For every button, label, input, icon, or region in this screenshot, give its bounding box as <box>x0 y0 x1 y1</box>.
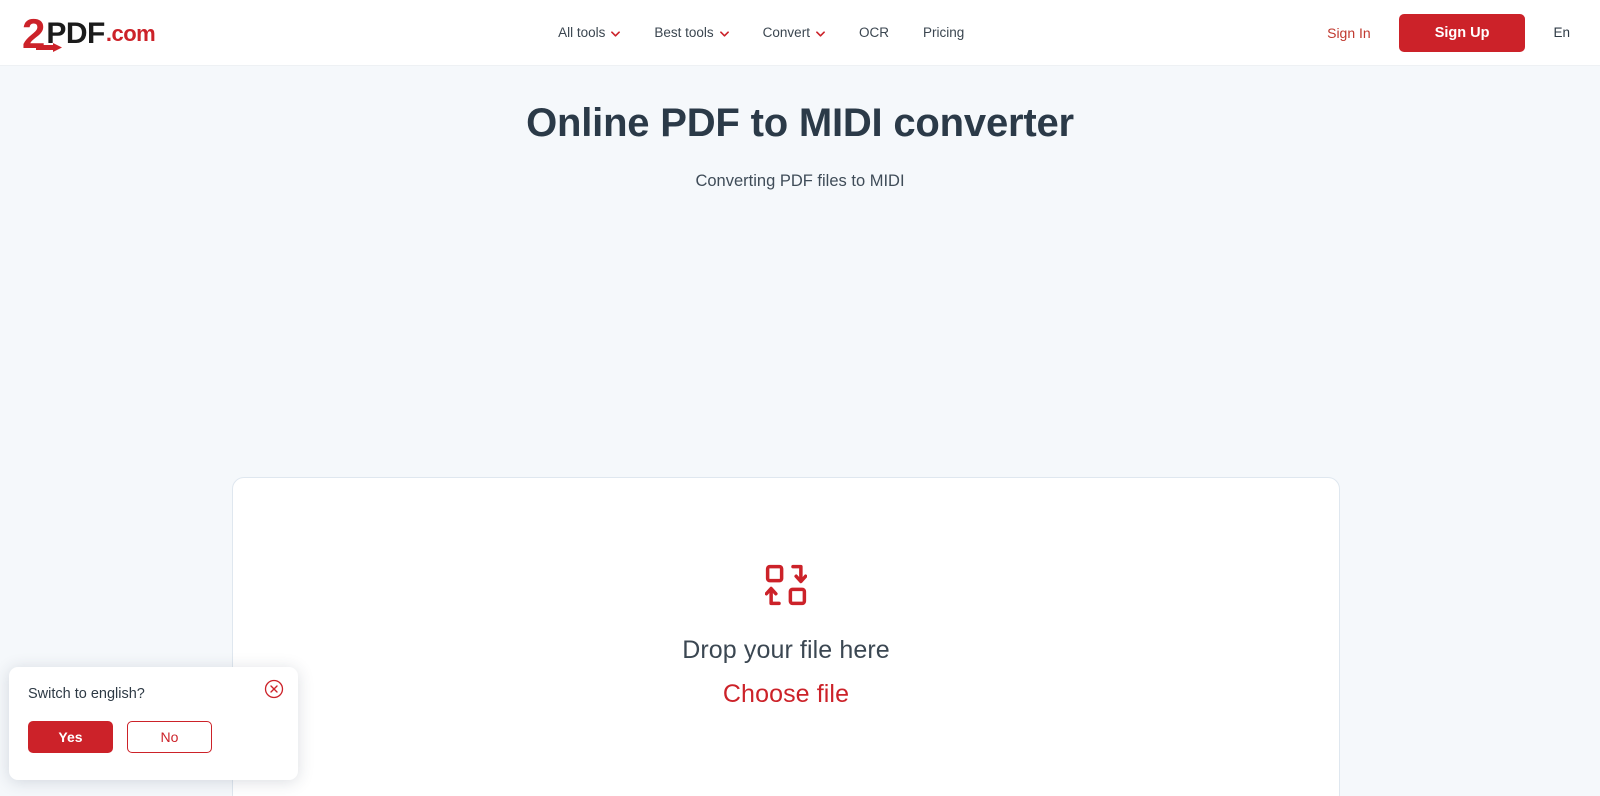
hero-section: Online PDF to MIDI converter Converting … <box>0 66 1600 191</box>
nav-item-label: Best tools <box>654 25 714 40</box>
file-dropzone[interactable]: Drop your file here Choose file <box>232 477 1340 796</box>
nav-item-ocr[interactable]: OCR <box>859 25 889 40</box>
chevron-down-icon <box>719 30 729 37</box>
nav-item-label: All tools <box>558 25 606 40</box>
main-navigation: All tools Best tools Convert OCR Pricing <box>518 25 964 40</box>
logo-domain-suffix: .com <box>105 20 156 46</box>
nav-item-label: OCR <box>858 25 889 40</box>
sign-in-link[interactable]: Sign In <box>1327 25 1371 41</box>
logo-numeral: 2 <box>22 12 62 54</box>
nav-item-convert[interactable]: Convert <box>763 25 825 40</box>
upload-area-wrapper: Drop your file here Choose file <box>232 477 1340 796</box>
site-logo[interactable]: 2 PDF .com <box>22 12 156 54</box>
convert-transform-icon <box>765 564 807 606</box>
close-circle-icon[interactable] <box>264 679 284 699</box>
nav-item-pricing[interactable]: Pricing <box>923 25 964 40</box>
dialog-actions: Yes No <box>28 721 278 753</box>
page-subtitle: Converting PDF files to MIDI <box>695 172 905 190</box>
dropzone-instruction: Drop your file here <box>682 636 890 664</box>
dialog-yes-button[interactable]: Yes <box>28 721 113 753</box>
nav-item-all-tools[interactable]: All tools <box>558 25 621 40</box>
site-header: 2 PDF .com All tools Best tools Convert <box>0 0 1600 66</box>
page-title: Online PDF to MIDI converter <box>526 101 1074 145</box>
language-selector[interactable]: En <box>1553 25 1574 40</box>
sign-up-button[interactable]: Sign Up <box>1398 13 1526 52</box>
choose-file-link[interactable]: Choose file <box>723 680 849 709</box>
header-actions: Sign In Sign Up En <box>1327 13 1574 52</box>
nav-item-label: Pricing <box>922 25 965 40</box>
chevron-down-icon <box>611 30 621 37</box>
dialog-title: Switch to english? <box>28 686 145 702</box>
language-switch-dialog: Switch to english? Yes No <box>9 667 298 780</box>
chevron-down-icon <box>816 30 825 37</box>
nav-item-label: Convert <box>762 25 810 40</box>
dialog-no-button[interactable]: No <box>127 721 212 753</box>
logo-arrow-icon <box>36 42 62 52</box>
nav-item-best-tools[interactable]: Best tools <box>654 25 729 40</box>
